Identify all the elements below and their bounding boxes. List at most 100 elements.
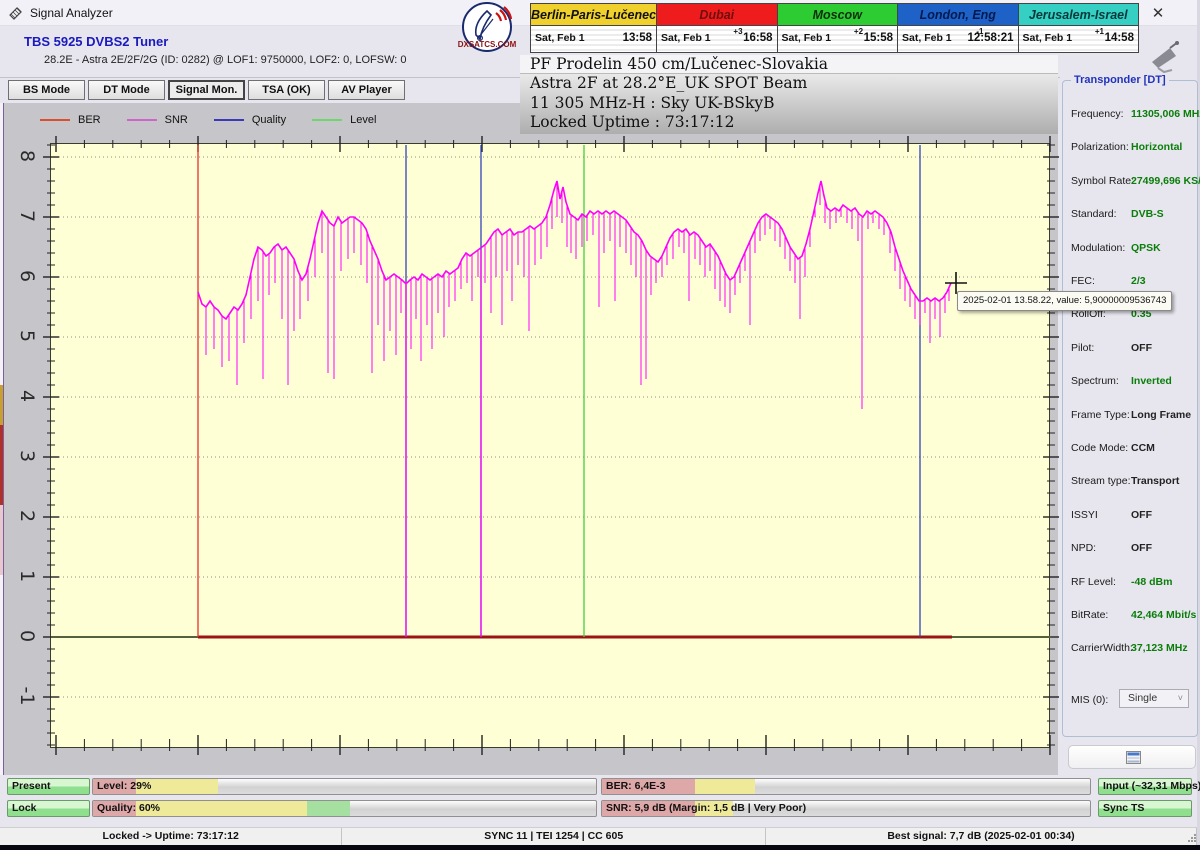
y-tick-label: 2	[16, 509, 38, 523]
clock-date: Sat, Feb 1	[535, 32, 585, 44]
legend-label: Quality	[251, 114, 287, 126]
world-clock-strip: Berlin-Paris-Lučenec Sat, Feb 1 13:58 Dubai…	[530, 3, 1139, 53]
info-line: Astra 2F at 28.2°E_UK SPOT Beam	[530, 74, 808, 92]
bar-snr: SNR: 5,9 dB (Margin: 1,5 dB | Very Poor)	[601, 800, 1091, 817]
chart-tooltip: 2025-02-01 13.58.22, value: 5,9000000953…	[957, 291, 1173, 311]
clock-utc-offset: +2	[853, 27, 864, 36]
transponder-label: BitRate:	[1071, 609, 1109, 621]
clock-city: London, Eng	[898, 4, 1018, 26]
tab-dt-mode[interactable]: DT Mode	[88, 80, 165, 100]
legend-label: Level	[350, 114, 377, 126]
clock-london-eng: London, Eng Sat, Feb 1 -1 12:58:21	[898, 4, 1019, 52]
info-line: PF Prodelin 450 cm/Lučenec-Slovakia	[520, 55, 1058, 74]
window-bottom-edge	[0, 845, 1200, 850]
clock-time-row: Sat, Feb 1 +3 16:58	[657, 26, 777, 52]
transponder-value: CCM	[1131, 442, 1155, 454]
snr-trace	[197, 180, 952, 321]
tab-tsa-ok-[interactable]: TSA (OK)	[248, 80, 325, 100]
clock-time-row: Sat, Feb 1 +2 15:58	[777, 26, 898, 52]
legend-item-quality: Quality	[213, 114, 287, 126]
transponder-label: CarrierWidth:	[1071, 642, 1133, 655]
legend-line-icon	[40, 119, 70, 121]
clock-time: 13:58	[622, 32, 653, 44]
chart-legend: BER SNR Quality Level	[40, 110, 402, 130]
transponder-label: Polarization:	[1071, 141, 1129, 154]
transponder-label: Standard:	[1071, 208, 1117, 221]
transponder-value: 42,464 Mbit/s	[1131, 609, 1197, 621]
ts-list-button[interactable]	[1068, 745, 1196, 769]
transponder-label: RF Level:	[1071, 575, 1116, 588]
transponder-value: Horizontal	[1131, 141, 1183, 154]
clock-time-row: Sat, Feb 1 +1 14:58	[1018, 26, 1138, 52]
statusbar-section: SYNC 11 | TEI 1254 | CC 605	[342, 828, 767, 845]
clock-time-row: Sat, Feb 1 -1 12:58:21	[898, 26, 1018, 52]
legend-item-level: Level	[312, 114, 376, 126]
y-tick-label: 5	[16, 329, 38, 343]
bar-quality: Quality: 60%	[92, 800, 597, 817]
signal-plot[interactable]	[43, 136, 1059, 755]
bar-fill-segment	[135, 801, 307, 816]
tab-bs-mode[interactable]: BS Mode	[8, 80, 85, 100]
window-left-border	[0, 575, 4, 775]
tuner-info-panel: TBS 5925 DVBS2 Tuner 28.2E - Astra 2E/2F…	[6, 30, 522, 76]
tab-av-player[interactable]: AV Player	[328, 80, 405, 100]
clock-city: Berlin-Paris-Lučenec	[531, 4, 657, 26]
transponder-value: -48 dBm	[1131, 575, 1173, 588]
transponder-row: Modulation: QPSK	[1063, 242, 1199, 256]
transponder-row: Pilot: OFF	[1063, 342, 1199, 356]
bar-ber: BER: 6,4E-3	[601, 778, 1091, 795]
transponder-value: Long Frame	[1131, 408, 1192, 421]
bar-label: SNR: 5,9 dB (Margin: 1,5 dB | Very Poor)	[606, 802, 807, 814]
clock-utc-offset: +1	[1094, 27, 1104, 36]
transponder-row: ISSYI OFF	[1063, 509, 1199, 523]
window-left-border	[0, 103, 4, 385]
clock-city: Jerusalem-Israel	[1018, 4, 1138, 26]
transponder-row: CarrierWidth: 37,123 MHz	[1063, 642, 1199, 656]
app-icon	[8, 5, 24, 26]
transponder-label: FEC:	[1071, 275, 1095, 287]
transponder-value: Transport	[1131, 475, 1180, 488]
transponder-panel-title: Transponder [DT]	[1071, 74, 1169, 86]
tab-signal-mon-[interactable]: Signal Mon.	[168, 80, 245, 100]
bar-label: Quality: 60%	[97, 802, 161, 814]
window-left-border	[0, 385, 4, 425]
transponder-row: NPD: OFF	[1063, 542, 1199, 556]
transponder-label: ISSYI	[1071, 508, 1098, 521]
window-left-border	[0, 505, 4, 575]
transponder-value: DVB-S	[1131, 208, 1164, 221]
clock-date: Sat, Feb 1	[781, 32, 832, 44]
resize-grip[interactable]	[1188, 834, 1196, 842]
logo-text: DXSATCS.COM	[458, 40, 517, 49]
y-tick-label: 0	[16, 629, 38, 643]
badge-present: Present	[7, 778, 90, 795]
transponder-row: Standard: DVB-S	[1063, 208, 1199, 222]
close-icon[interactable]: ✕	[1146, 4, 1170, 24]
legend-line-icon	[312, 119, 343, 121]
transponder-value: QPSK	[1131, 241, 1161, 254]
clock-city: Dubai	[657, 4, 777, 26]
clock-dubai: Dubai Sat, Feb 1 +3 16:58	[657, 4, 778, 52]
transponder-row: RF Level: -48 dBm	[1063, 576, 1199, 590]
clock-jerusalem-israel: Jerusalem-Israel Sat, Feb 1 +1 14:58	[1018, 4, 1138, 52]
tuner-subtitle: 28.2E - Astra 2E/2F/2G (ID: 0282) @ LOF1…	[44, 54, 407, 66]
plot-svg	[43, 136, 1059, 755]
tuner-title: TBS 5925 DVBS2 Tuner	[24, 34, 169, 49]
transponder-panel: Transponder [DT] Frequency: 11305,006 MHz…	[1062, 74, 1200, 737]
transponder-label: Spectrum:	[1071, 375, 1119, 388]
transponder-value: OFF	[1131, 341, 1152, 354]
ts-button-icon	[1126, 751, 1141, 764]
transponder-row: FEC: 2/3	[1063, 275, 1199, 289]
y-tick-label: 8	[16, 149, 38, 163]
window-left-border	[0, 425, 4, 505]
transponder-label: Pilot:	[1071, 341, 1095, 354]
transponder-value: 37,123 MHz	[1131, 642, 1188, 655]
y-tick-label: 6	[16, 269, 38, 283]
clock-time: 14:58	[1104, 32, 1134, 44]
mis-dropdown[interactable]: Single ˅	[1119, 689, 1189, 708]
transponder-row: Frequency: 11305,006 MHz	[1063, 108, 1200, 122]
transponder-row: Stream type: Transport	[1063, 475, 1199, 489]
bar-label: Level: 29%	[97, 780, 152, 792]
transponder-value: 2/3	[1131, 275, 1146, 287]
bar-level: Level: 29%	[92, 778, 597, 795]
transponder-row: Symbol Rate: 27499,696 KS/s	[1063, 175, 1200, 189]
